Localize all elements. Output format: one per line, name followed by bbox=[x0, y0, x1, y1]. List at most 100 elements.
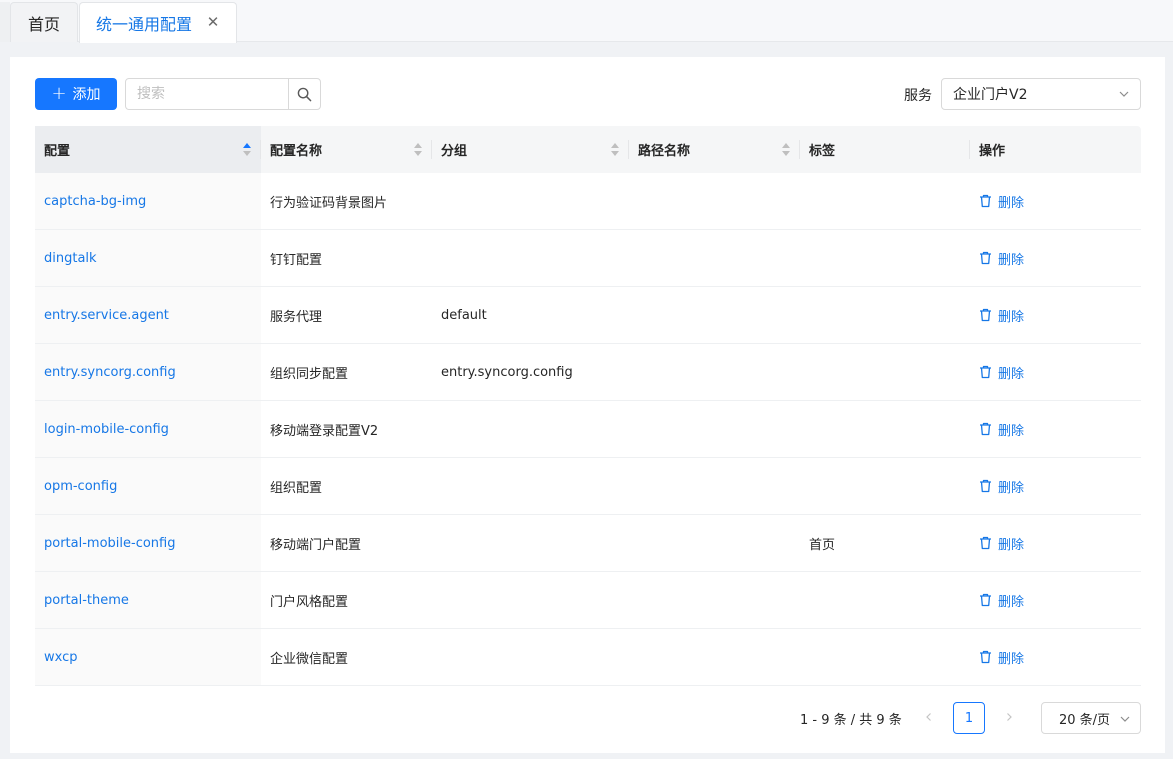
pagination-page-label: 1 bbox=[964, 710, 974, 726]
pagination-next-button[interactable] bbox=[996, 707, 1022, 727]
tag-cell bbox=[800, 173, 970, 229]
tag-cell bbox=[800, 344, 970, 400]
delete-button[interactable]: 删除 bbox=[979, 363, 1024, 382]
actions-cell: 删除 bbox=[970, 401, 1141, 457]
delete-button[interactable]: 删除 bbox=[979, 591, 1024, 610]
config-key-link[interactable]: entry.service.agent bbox=[35, 287, 261, 343]
config-key-link[interactable]: captcha-bg-img bbox=[35, 173, 261, 229]
table-row: entry.syncorg.config 组织同步配置 entry.syncorg.… bbox=[35, 344, 1141, 401]
service-select[interactable]: 企业门户V2 bbox=[941, 78, 1141, 110]
config-name-cell: 门户风格配置 bbox=[270, 594, 349, 610]
trash-icon bbox=[979, 593, 992, 607]
trash-icon bbox=[979, 308, 992, 322]
actions-cell: 删除 bbox=[970, 515, 1141, 571]
column-header-tag: 标签 bbox=[800, 126, 970, 173]
delete-label: 删除 bbox=[998, 195, 1025, 211]
page-size-select[interactable]: 20 条/页 bbox=[1041, 702, 1141, 734]
tag-cell bbox=[800, 287, 970, 343]
config-table: 配置 配置名称 分组 路径名称 标签 操作 captcha-bg-img 行为验… bbox=[35, 126, 1141, 686]
delete-button[interactable]: 删除 bbox=[979, 648, 1024, 667]
config-name-cell: 组织配置 bbox=[270, 480, 323, 496]
delete-button[interactable]: 删除 bbox=[979, 420, 1024, 439]
trash-icon bbox=[979, 251, 992, 265]
tab-bar-edge bbox=[0, 2, 10, 42]
delete-button[interactable]: 删除 bbox=[979, 192, 1024, 211]
column-header-label: 操作 bbox=[979, 144, 1006, 159]
sort-icon bbox=[611, 143, 619, 156]
tag-cell bbox=[800, 629, 970, 685]
search-button[interactable] bbox=[288, 79, 320, 109]
column-header-config[interactable]: 配置 bbox=[35, 126, 261, 173]
group-cell: entry.syncorg.config bbox=[441, 364, 573, 380]
table-row: portal-mobile-config 移动端门户配置 首页 删除 bbox=[35, 515, 1141, 572]
delete-button[interactable]: 删除 bbox=[979, 306, 1024, 325]
table-row: entry.service.agent 服务代理 default 删除 bbox=[35, 287, 1141, 344]
table-row: opm-config 组织配置 删除 bbox=[35, 458, 1141, 515]
trash-icon bbox=[979, 536, 992, 550]
config-key-link[interactable]: dingtalk bbox=[35, 230, 261, 286]
tab-home-label: 首页 bbox=[27, 14, 60, 34]
group-cell bbox=[432, 401, 629, 457]
pagination-page-1[interactable]: 1 bbox=[953, 702, 985, 734]
config-key-link[interactable]: portal-mobile-config bbox=[35, 515, 261, 571]
column-header-config-name[interactable]: 配置名称 bbox=[261, 126, 432, 173]
delete-label: 删除 bbox=[998, 594, 1025, 610]
tab-home[interactable]: 首页 bbox=[10, 2, 78, 42]
path-name-cell bbox=[629, 515, 800, 571]
delete-label: 删除 bbox=[998, 651, 1025, 667]
actions-cell: 删除 bbox=[970, 344, 1141, 400]
search-icon bbox=[297, 87, 312, 101]
tag-cell bbox=[800, 458, 970, 514]
config-name-cell: 移动端门户配置 bbox=[270, 537, 362, 553]
table-row: portal-theme 门户风格配置 删除 bbox=[35, 572, 1141, 629]
add-button[interactable]: + 添加 bbox=[35, 78, 117, 110]
chevron-right-icon bbox=[1007, 713, 1012, 721]
chevron-down-icon bbox=[1119, 91, 1129, 97]
pagination-prev-button[interactable] bbox=[916, 707, 942, 727]
close-icon[interactable]: ✕ bbox=[206, 15, 220, 30]
config-name-cell: 服务代理 bbox=[270, 309, 323, 325]
group-cell bbox=[432, 173, 629, 229]
config-key-link[interactable]: opm-config bbox=[35, 458, 261, 514]
tag-cell bbox=[800, 401, 970, 457]
search-input[interactable] bbox=[126, 79, 288, 109]
tag-cell bbox=[800, 230, 970, 286]
config-key-link[interactable]: wxcp bbox=[35, 629, 261, 685]
group-cell bbox=[432, 458, 629, 514]
delete-label: 删除 bbox=[998, 252, 1025, 268]
trash-icon bbox=[979, 194, 992, 208]
tag-cell: 首页 bbox=[809, 537, 836, 553]
actions-cell: 删除 bbox=[970, 287, 1141, 343]
delete-button[interactable]: 删除 bbox=[979, 249, 1024, 268]
table-row: dingtalk 钉钉配置 删除 bbox=[35, 230, 1141, 287]
group-cell bbox=[432, 629, 629, 685]
tab-unified-config-label: 统一通用配置 bbox=[96, 15, 193, 34]
trash-icon bbox=[979, 650, 992, 664]
config-key-link[interactable]: login-mobile-config bbox=[35, 401, 261, 457]
tab-unified-config[interactable]: 统一通用配置 ✕ bbox=[79, 2, 237, 43]
delete-label: 删除 bbox=[998, 366, 1025, 382]
delete-label: 删除 bbox=[998, 423, 1025, 439]
config-key-link[interactable]: portal-theme bbox=[35, 572, 261, 628]
config-key-link[interactable]: entry.syncorg.config bbox=[35, 344, 261, 400]
config-name-cell: 行为验证码背景图片 bbox=[270, 195, 388, 211]
delete-button[interactable]: 删除 bbox=[979, 534, 1024, 553]
group-cell bbox=[432, 230, 629, 286]
config-name-cell: 钉钉配置 bbox=[270, 252, 323, 268]
tag-cell bbox=[800, 572, 970, 628]
column-header-group[interactable]: 分组 bbox=[432, 126, 629, 173]
pagination-total: 1 - 9 条 / 共 9 条 bbox=[800, 713, 902, 728]
column-header-path-name[interactable]: 路径名称 bbox=[629, 126, 800, 173]
actions-cell: 删除 bbox=[970, 173, 1141, 229]
path-name-cell bbox=[629, 344, 800, 400]
trash-icon bbox=[979, 365, 992, 379]
table-row: captcha-bg-img 行为验证码背景图片 删除 bbox=[35, 173, 1141, 230]
page-size-value: 20 条/页 bbox=[1059, 712, 1111, 728]
path-name-cell bbox=[629, 287, 800, 343]
column-header-label: 配置名称 bbox=[270, 144, 323, 159]
delete-button[interactable]: 删除 bbox=[979, 477, 1024, 496]
config-name-cell: 企业微信配置 bbox=[270, 651, 349, 667]
sort-icon bbox=[782, 143, 790, 156]
column-header-actions: 操作 bbox=[970, 126, 1141, 173]
plus-icon: + bbox=[51, 83, 67, 104]
